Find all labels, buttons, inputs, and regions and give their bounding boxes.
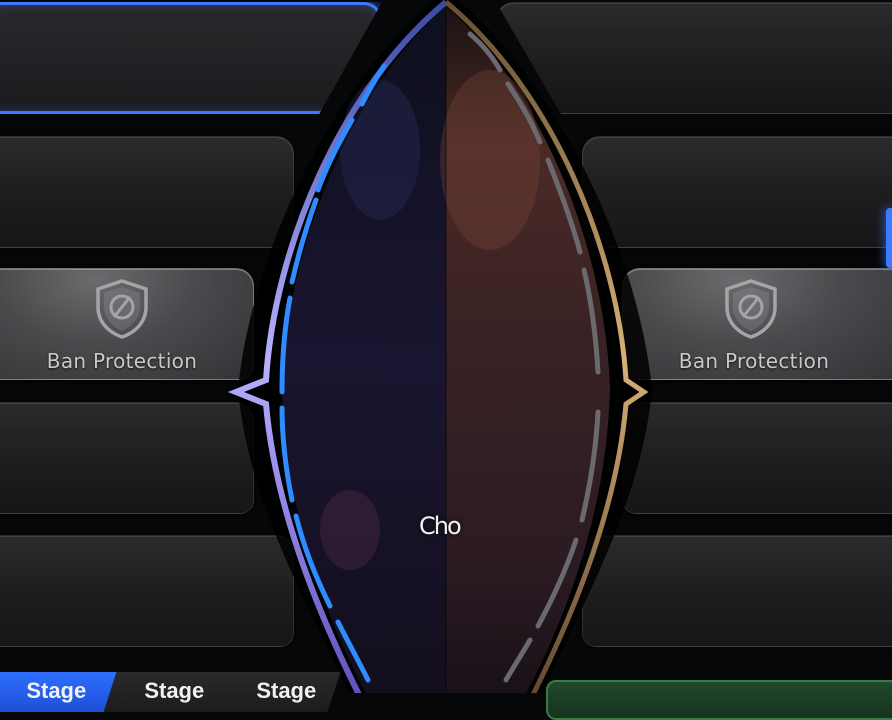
stage-tab-label: Stage: [256, 678, 317, 703]
stage-tab-label: Stage: [144, 678, 205, 703]
stage-tab-3[interactable]: Stage: [215, 672, 341, 712]
center-status-text: Cho: [419, 512, 462, 540]
stage-tab-label: Stage: [26, 678, 87, 703]
center-emblem: [227, 0, 652, 693]
stage-tab-1[interactable]: Stage: [0, 672, 119, 712]
confirm-button[interactable]: [546, 680, 892, 720]
